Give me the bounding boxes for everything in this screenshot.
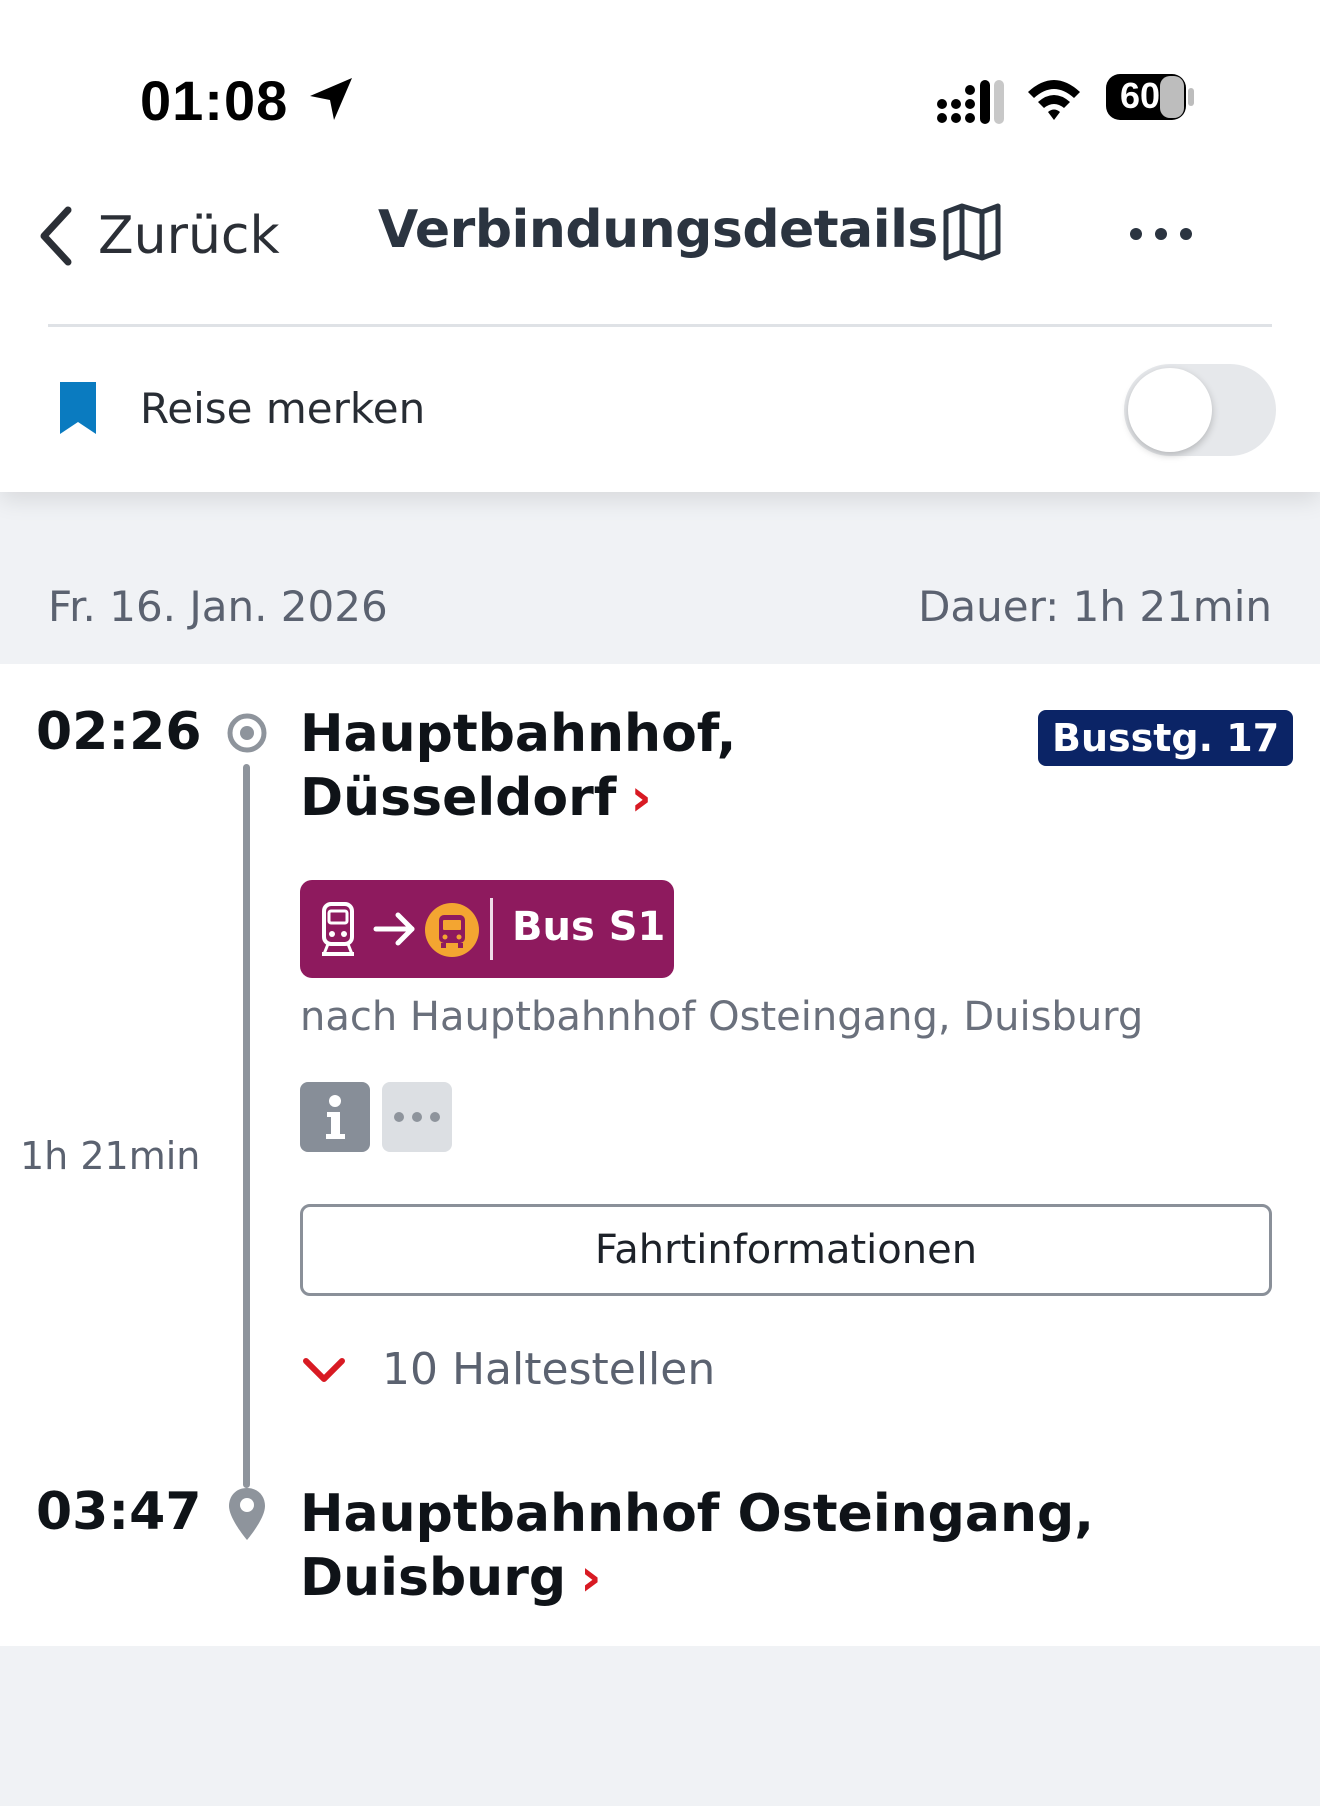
destination-pin-icon — [229, 1488, 265, 1540]
timeline-line — [243, 764, 250, 1488]
save-trip-toggle[interactable] — [1124, 364, 1276, 456]
bookmark-icon — [60, 382, 96, 434]
bookmark-label: Reise merken — [140, 383, 426, 433]
arrival-time: 03:47 — [36, 1482, 202, 1542]
arrival-station-line1: Hauptbahnhof Osteingang, — [300, 1484, 1094, 1544]
map-icon[interactable] — [940, 200, 1004, 264]
trip-summary-bar: Fr. 16. Jan. 2026 Dauer: 1h 21min — [0, 560, 1320, 666]
location-arrow-icon — [310, 78, 352, 120]
departure-time: 02:26 — [36, 702, 202, 762]
chevron-right-icon: › — [580, 1548, 602, 1608]
back-label: Zurück — [98, 206, 280, 266]
stops-expander[interactable]: 10 Haltestellen — [302, 1344, 715, 1395]
arrival-station-line2: Duisburg — [300, 1548, 567, 1608]
departure-station[interactable]: Hauptbahnhof, Düsseldorf › — [300, 702, 1000, 830]
toggle-knob — [1128, 368, 1212, 452]
trip-duration: Dauer: 1h 21min — [918, 582, 1272, 631]
top-panel: 01:08 60 Zurück Verbindungsdetails Reise… — [0, 0, 1320, 492]
bus-icon — [425, 903, 479, 957]
line-label: Bus S1 — [512, 904, 666, 950]
arrival-station[interactable]: Hauptbahnhof Osteingang, Duisburg › — [300, 1482, 1200, 1610]
wifi-icon — [1028, 80, 1080, 120]
origin-circle-icon — [227, 713, 267, 753]
direction-text: nach Hauptbahnhof Osteingang, Duisburg — [300, 994, 1144, 1040]
back-button[interactable]: Zurück — [36, 196, 280, 276]
chevron-down-icon — [303, 1357, 345, 1382]
chevron-right-icon: › — [630, 768, 652, 828]
info-button[interactable] — [300, 1082, 370, 1152]
chevron-left-icon — [40, 206, 72, 266]
page-title: Verbindungsdetails — [378, 200, 938, 260]
leg-card: 02:26 Hauptbahnhof, Düsseldorf › Busstg. … — [0, 664, 1320, 1646]
leg-duration: 1h 21min — [20, 1134, 201, 1178]
battery-level: 60 — [1119, 75, 1161, 116]
platform-badge: Busstg. 17 — [1038, 710, 1294, 766]
more-notes-button[interactable] — [382, 1082, 452, 1152]
cellular-signal-icon — [937, 80, 1004, 124]
departure-station-line1: Hauptbahnhof, — [300, 704, 737, 764]
stops-label: 10 Haltestellen — [382, 1344, 716, 1395]
badge-separator — [490, 898, 493, 960]
departure-station-line2: Düsseldorf — [300, 768, 617, 828]
info-icon — [326, 1095, 345, 1139]
train-icon — [322, 902, 354, 956]
bookmark-row: Reise merken — [56, 380, 425, 436]
more-horizontal-icon[interactable] — [1126, 222, 1196, 246]
more-horizontal-icon — [394, 1112, 440, 1122]
status-time: 01:08 — [140, 69, 289, 132]
arrow-right-icon — [373, 912, 415, 946]
trip-info-button[interactable]: Fahrtinformationen — [300, 1204, 1272, 1296]
line-badge[interactable]: Bus S1 — [300, 880, 674, 978]
trip-date: Fr. 16. Jan. 2026 — [48, 582, 388, 631]
nav-divider — [48, 324, 1272, 327]
